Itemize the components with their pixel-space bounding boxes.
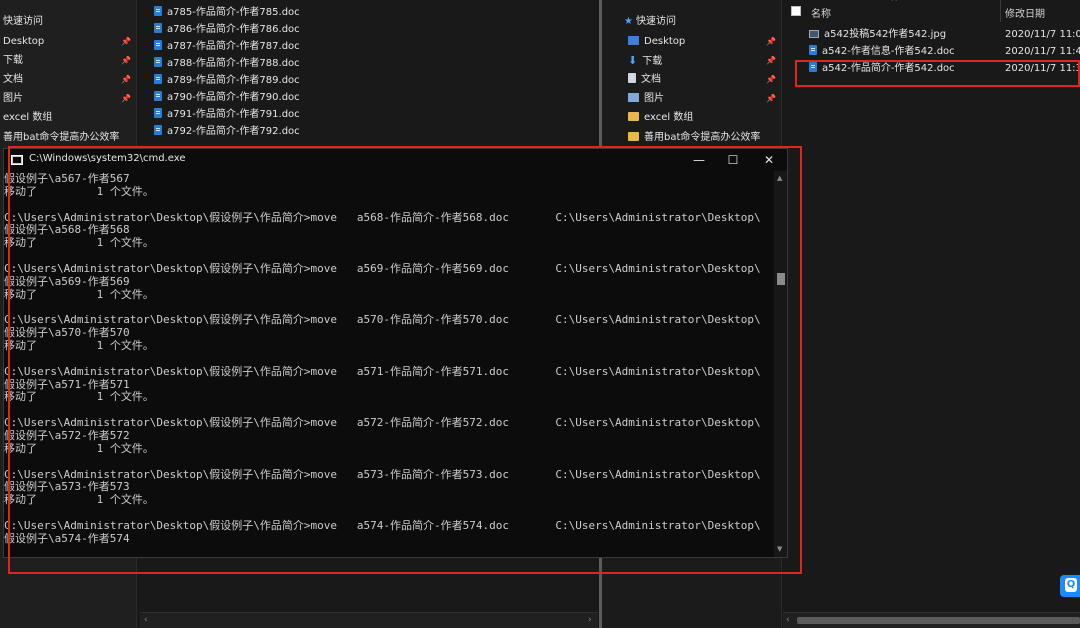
folder-icon (628, 112, 639, 121)
file-item[interactable]: a787-作品简介-作者787.doc (154, 38, 300, 55)
pin-icon: 📌 (121, 94, 131, 103)
column-date-header[interactable]: 修改日期 (1005, 5, 1045, 20)
word-doc-icon (154, 23, 162, 33)
nav-item-label: 快速访问 (3, 16, 43, 27)
nav-item-label: 快速访问 (635, 16, 676, 27)
column-header: ^ 名称 修改日期 (783, 0, 1080, 22)
file-item[interactable]: a789-作品简介-作者789.doc (154, 72, 300, 89)
horizontal-scrollbar[interactable]: ‹ › (140, 612, 598, 628)
floating-app-icon[interactable] (1060, 575, 1080, 597)
file-name: a788-作品简介-作者788.doc (167, 58, 300, 69)
file-name: a791-作品简介-作者791.doc (167, 109, 300, 120)
pin-icon: 📌 (121, 75, 131, 84)
download-icon: ⬇ (628, 54, 638, 67)
nav-item-label: 善用bat命令提高办公效率 (3, 132, 120, 143)
folder-icon (628, 132, 639, 141)
pin-icon: 📌 (121, 56, 131, 65)
word-doc-icon (154, 108, 162, 118)
nav-item-quick-access[interactable]: ★ 快速访问 (624, 12, 778, 31)
scroll-right-icon[interactable]: › (588, 615, 592, 625)
document-icon (628, 73, 636, 83)
file-date: 2020/11/7 11:41 (1005, 46, 1080, 57)
nav-item-downloads[interactable]: 下载 📌 (0, 51, 137, 70)
file-item[interactable]: a785-作品简介-作者785.doc (154, 4, 300, 21)
horizontal-scrollbar[interactable]: ‹ (783, 612, 1080, 628)
nav-item-label: 下载 (3, 55, 23, 66)
nav-item-downloads[interactable]: ⬇ 下载 📌 (628, 51, 782, 70)
nav-item-desktop[interactable]: Desktop 📌 (628, 32, 782, 51)
nav-item-excel-folder[interactable]: excel 数组 (628, 108, 782, 127)
sort-up-icon: ^ (891, 0, 898, 6)
word-doc-icon (154, 74, 162, 84)
highlight-annotation (8, 146, 802, 574)
star-icon: ★ (624, 16, 633, 27)
word-doc-icon (154, 91, 162, 101)
file-name: a542投稿542作者542.jpg (824, 29, 947, 40)
nav-item-label: 下载 (642, 56, 663, 67)
pin-icon: 📌 (121, 37, 131, 46)
nav-item-documents[interactable]: 文档 📌 (628, 70, 782, 89)
nav-item-pictures[interactable]: 图片 📌 (628, 89, 782, 108)
scrollbar-thumb[interactable] (797, 617, 1080, 624)
nav-item-label: 图片 (3, 93, 23, 104)
nav-item-quick-access[interactable]: 快速访问 (0, 12, 137, 31)
file-item[interactable]: a786-作品简介-作者786.doc (154, 21, 300, 38)
pin-icon: 📌 (766, 37, 776, 46)
file-item[interactable]: a792-作品简介-作者792.doc (154, 123, 300, 140)
nav-item-label: 文档 (3, 74, 23, 85)
file-name: a789-作品简介-作者789.doc (167, 75, 300, 86)
pin-icon: 📌 (766, 94, 776, 103)
nav-item-label: Desktop (3, 36, 45, 47)
column-name-header[interactable]: 名称 (811, 5, 831, 20)
scroll-left-icon[interactable]: ‹ (786, 615, 790, 625)
word-doc-icon (809, 45, 817, 55)
highlight-annotation (795, 60, 1080, 87)
word-doc-icon (154, 125, 162, 135)
pin-icon: 📌 (766, 56, 776, 65)
nav-item-label: 善用bat命令提高办公效率 (644, 132, 761, 143)
file-name: a792-作品简介-作者792.doc (167, 126, 300, 137)
file-item[interactable]: a791-作品简介-作者791.doc (154, 106, 300, 123)
nav-item-bat-folder[interactable]: 善用bat命令提高办公效率 (0, 128, 137, 147)
nav-item-label: excel 数组 (644, 112, 694, 123)
word-doc-icon (154, 6, 162, 16)
column-separator[interactable] (1000, 0, 1001, 22)
scroll-left-icon[interactable]: ‹ (144, 615, 148, 625)
file-row[interactable]: a542-作者信息-作者542.doc 2020/11/7 11:41 (783, 43, 1080, 60)
nav-item-label: 文档 (641, 74, 661, 85)
picture-icon (628, 93, 639, 102)
file-name: a785-作品简介-作者785.doc (167, 7, 300, 18)
nav-item-pictures[interactable]: 图片 📌 (0, 89, 137, 108)
file-date: 2020/11/7 11:00 (1005, 29, 1080, 40)
nav-item-desktop[interactable]: Desktop 📌 (0, 32, 137, 51)
file-item[interactable]: a790-作品简介-作者790.doc (154, 89, 300, 106)
file-name: a787-作品简介-作者787.doc (167, 41, 300, 52)
file-name: a542-作者信息-作者542.doc (822, 46, 955, 57)
nav-item-label: Desktop (644, 36, 686, 47)
nav-item-label: 图片 (644, 93, 664, 104)
nav-item-bat-folder[interactable]: 善用bat命令提高办公效率 (628, 128, 782, 147)
pin-icon: 📌 (766, 75, 776, 84)
nav-item-label: excel 数组 (3, 112, 53, 123)
nav-item-excel-folder[interactable]: excel 数组 (0, 108, 137, 127)
file-name: a786-作品简介-作者786.doc (167, 24, 300, 35)
details-pane: ^ 名称 修改日期 a542投稿542作者542.jpg 2020/11/7 1… (783, 0, 1080, 628)
file-row[interactable]: a542投稿542作者542.jpg 2020/11/7 11:00 (783, 26, 1080, 43)
word-doc-icon (154, 40, 162, 50)
select-all-checkbox[interactable] (791, 6, 801, 16)
desktop-icon (628, 36, 639, 45)
file-item[interactable]: a788-作品简介-作者788.doc (154, 55, 300, 72)
nav-item-documents[interactable]: 文档 📌 (0, 70, 137, 89)
word-doc-icon (154, 57, 162, 67)
file-name: a790-作品简介-作者790.doc (167, 92, 300, 103)
image-file-icon (809, 30, 819, 38)
